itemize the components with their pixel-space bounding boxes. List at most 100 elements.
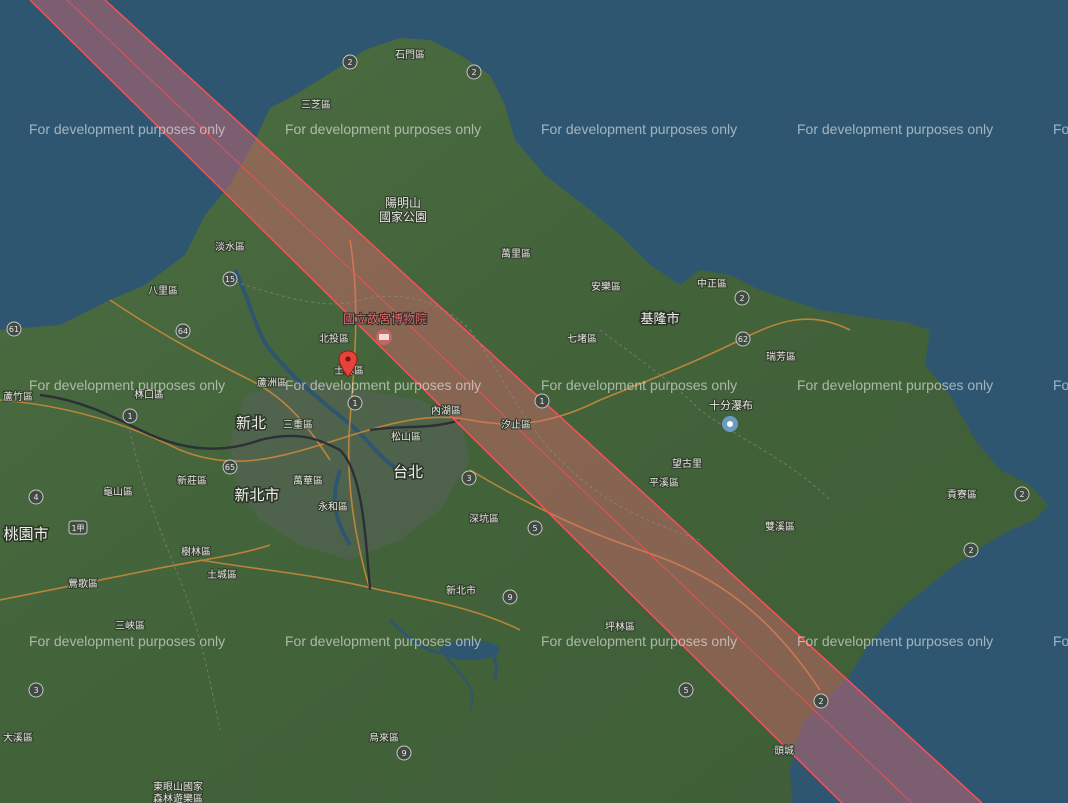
label-qidu: 七堵區 xyxy=(567,332,597,345)
watermark-text: For development purposes only xyxy=(541,633,737,649)
map-canvas[interactable]: 石門區 三芝區 陽明山 國家公園 淡水區 八里區 北投區 士林區 國立故宮博物院… xyxy=(0,0,1068,803)
route-shield: 1 xyxy=(122,408,138,424)
svg-text:15: 15 xyxy=(225,275,235,284)
svg-text:2: 2 xyxy=(471,68,476,77)
route-shield: 2 xyxy=(734,290,750,306)
route-shield: 5 xyxy=(678,682,694,698)
route-shield: 3 xyxy=(28,682,44,698)
route-shield: 2 xyxy=(813,693,829,709)
route-shield: 9 xyxy=(396,745,412,761)
route-shield: 62 xyxy=(735,331,751,347)
route-shield: 5 xyxy=(527,520,543,536)
watermark-text: For development purposes only xyxy=(797,121,993,137)
label-gongliao: 貢寮區 xyxy=(947,488,977,501)
watermark-text: For development purposes only xyxy=(541,121,737,137)
svg-text:2: 2 xyxy=(739,294,744,303)
watermark-text: For development purposes only xyxy=(29,633,225,649)
svg-text:5: 5 xyxy=(532,524,537,533)
watermark-text: For development purposes only xyxy=(541,377,737,393)
label-shimen: 石門區 xyxy=(395,49,425,61)
watermark-text: For development purposes only xyxy=(285,377,481,393)
watermark-text: For development purposes only xyxy=(797,377,993,393)
svg-text:1甲: 1甲 xyxy=(71,524,84,533)
svg-text:3: 3 xyxy=(466,474,471,483)
route-shield: 65 xyxy=(222,459,238,475)
route-shield: 9 xyxy=(502,589,518,605)
label-daxi: 大溪區 xyxy=(3,731,33,744)
route-shield: 2 xyxy=(1014,486,1030,502)
waterfall-icon xyxy=(722,416,738,432)
label-xizhi: 汐止區 xyxy=(501,418,531,431)
svg-text:64: 64 xyxy=(178,327,188,336)
svg-text:2: 2 xyxy=(818,697,823,706)
label-shenkeng: 深坑區 xyxy=(469,512,499,525)
label-shifen: 十分瀑布 xyxy=(709,398,753,412)
label-ruifang: 瑞芳區 xyxy=(766,350,796,363)
svg-text:2: 2 xyxy=(968,546,973,555)
svg-text:61: 61 xyxy=(9,325,19,334)
label-sanchong: 三重區 xyxy=(283,418,313,431)
route-shield: 2 xyxy=(963,542,979,558)
label-shuangxi: 雙溪區 xyxy=(765,520,795,533)
route-shield: 1 xyxy=(534,393,550,409)
label-wanggu: 望古里 xyxy=(672,457,702,470)
route-shield: 4 xyxy=(28,489,44,505)
label-taipei: 台北 xyxy=(393,463,423,481)
label-dongyan-2: 森林遊樂區 xyxy=(153,792,203,803)
map-view[interactable]: 石門區 三芝區 陽明山 國家公園 淡水區 八里區 北投區 士林區 國立故宮博物院… xyxy=(0,0,1068,803)
svg-text:1: 1 xyxy=(352,399,357,408)
svg-text:2: 2 xyxy=(347,58,352,67)
label-wanli: 萬里區 xyxy=(501,247,531,260)
label-yangmingshan-1: 陽明山 xyxy=(385,196,421,210)
label-toucheng: 頭城 xyxy=(774,745,794,757)
label-pingxi: 平溪區 xyxy=(649,477,679,489)
svg-text:5: 5 xyxy=(683,686,688,695)
svg-text:1: 1 xyxy=(539,397,544,406)
label-guishan: 龜山區 xyxy=(103,485,133,498)
label-xinbei-city: 新北市 xyxy=(234,486,279,504)
route-shield: 2 xyxy=(466,64,482,80)
watermark-text: For development purposes only xyxy=(29,377,225,393)
label-yingge: 鶯歌區 xyxy=(68,577,98,590)
route-shield: 1 xyxy=(347,395,363,411)
museum-icon xyxy=(376,329,392,345)
label-bali: 八里區 xyxy=(148,285,178,297)
watermark-text: For development purposes only xyxy=(285,633,481,649)
label-beitou: 北投區 xyxy=(319,332,349,345)
label-tamsui: 淡水區 xyxy=(215,241,245,253)
label-shulin: 樹林區 xyxy=(181,545,211,558)
route-shield: 15 xyxy=(222,271,238,287)
svg-text:2: 2 xyxy=(1019,490,1024,499)
route-shield: 3 xyxy=(461,470,477,486)
route-shield: 1甲 xyxy=(68,520,88,535)
label-xinzhuang: 新莊區 xyxy=(177,474,207,487)
svg-text:62: 62 xyxy=(738,335,748,344)
label-xinbei-top: 新北 xyxy=(236,414,266,432)
label-tucheng: 土城區 xyxy=(207,568,237,581)
label-wulai: 烏來區 xyxy=(369,731,399,744)
label-sanzhi: 三芝區 xyxy=(301,98,331,111)
label-luzhou: 蘆洲區 xyxy=(257,376,287,389)
watermark-text: Fo xyxy=(1053,121,1068,137)
label-palace-museum: 國立故宮博物院 xyxy=(343,311,427,326)
watermark-text: Fo xyxy=(1053,377,1068,393)
label-wanhua: 萬華區 xyxy=(293,474,323,487)
label-yangmingshan-2: 國家公園 xyxy=(379,209,427,224)
watermark-text: For development purposes only xyxy=(285,121,481,137)
svg-text:1: 1 xyxy=(127,412,132,421)
route-shield: 2 xyxy=(342,54,358,70)
label-xinbei-road: 新北市 xyxy=(446,584,476,597)
svg-text:4: 4 xyxy=(33,493,38,502)
label-songshan: 松山區 xyxy=(391,430,421,443)
watermark-text: For development purposes only xyxy=(29,121,225,137)
label-sanxia: 三峽區 xyxy=(115,619,145,632)
label-zhongzheng: 中正區 xyxy=(697,277,727,290)
label-pinglin: 坪林區 xyxy=(605,620,635,633)
watermark-text: Fo xyxy=(1053,633,1068,649)
label-anle: 安樂區 xyxy=(591,280,621,293)
label-taoyuan: 桃園市 xyxy=(3,525,48,543)
label-keelung: 基隆市 xyxy=(640,311,679,327)
label-yonghe: 永和區 xyxy=(318,500,348,513)
label-dongyan-1: 東眼山國家 xyxy=(153,780,203,793)
route-shield: 61 xyxy=(6,321,22,337)
